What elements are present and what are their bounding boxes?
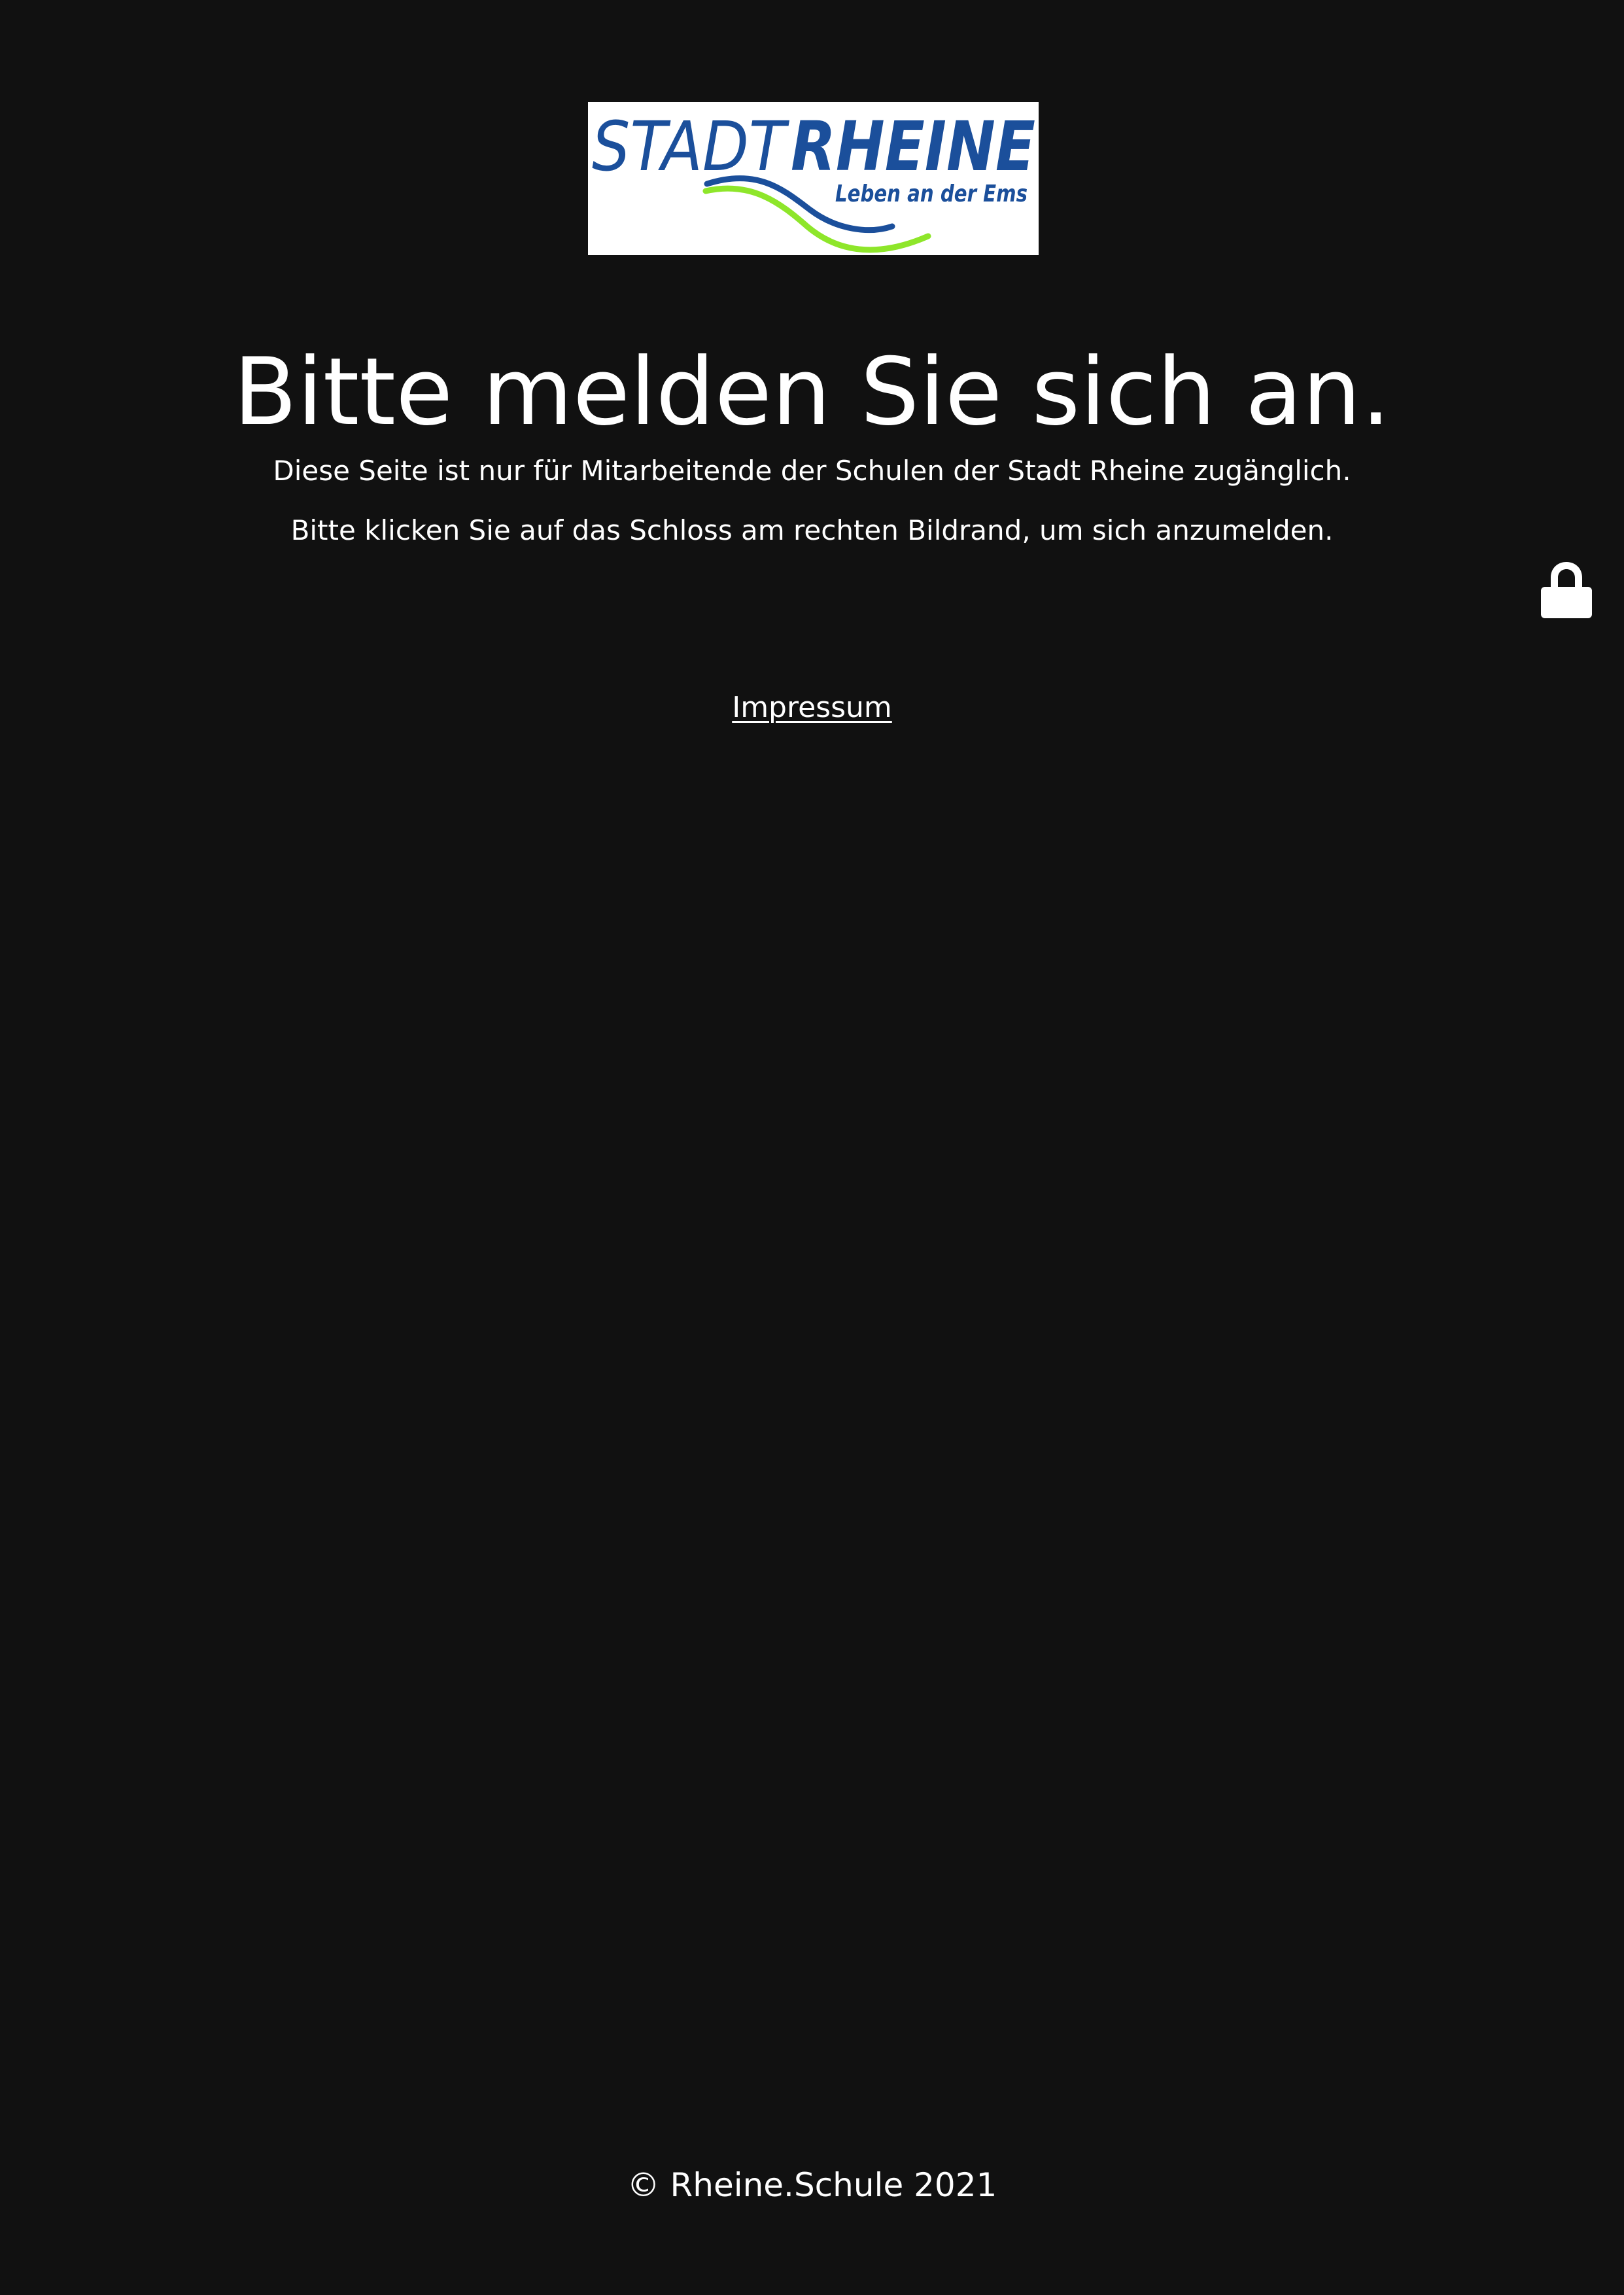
logo-tagline: Leben an der Ems (835, 181, 1028, 207)
login-instruction: Bitte klicken Sie auf das Schloss am rec… (290, 514, 1334, 546)
page-title: Bitte melden Sie sich an. (233, 338, 1391, 446)
stadt-rheine-logo: STADT RHEINE Leben an der Ems (588, 102, 1039, 255)
logo-graphic: STADT RHEINE Leben an der Ems (592, 107, 1035, 253)
impressum-link[interactable]: Impressum (732, 691, 892, 724)
logo-word-stadt: STADT (592, 107, 790, 186)
impressum-container: Impressum (0, 690, 1624, 726)
lock-icon (1541, 562, 1592, 618)
footer-copyright: © Rheine.Schule 2021 (627, 2166, 997, 2204)
access-notice: Diese Seite ist nur für Mitarbeitende de… (273, 455, 1351, 487)
login-lock-button[interactable] (1540, 559, 1593, 620)
logo-word-rheine: RHEINE (791, 107, 1035, 186)
